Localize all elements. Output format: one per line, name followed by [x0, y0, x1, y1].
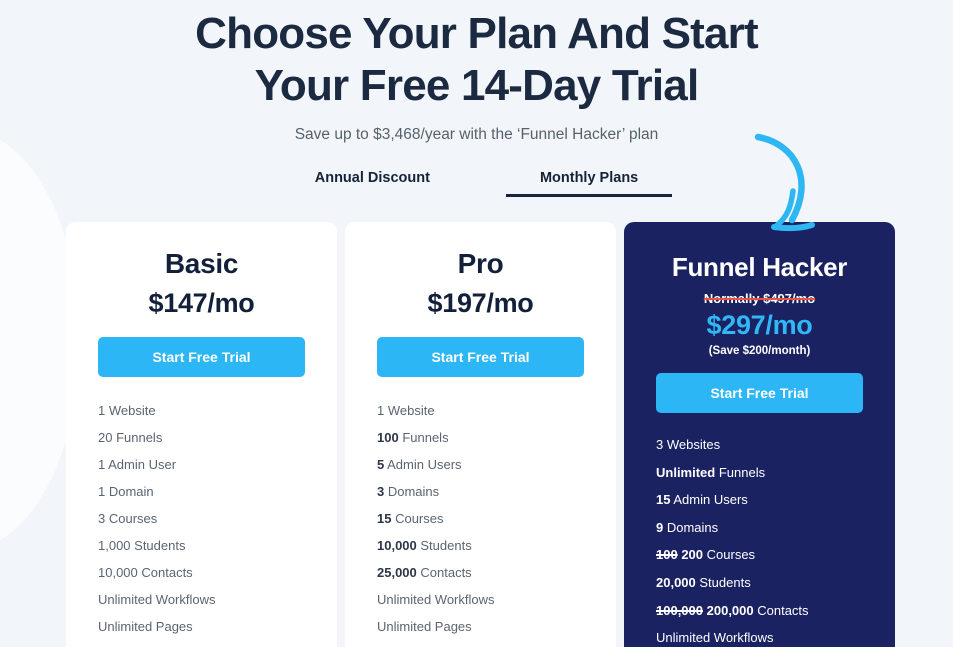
feature-value: 10,000 — [377, 538, 417, 553]
feature-item: 15 Courses — [377, 509, 584, 529]
feature-item: 1 Website — [98, 401, 305, 421]
feature-label: Domains — [384, 484, 440, 499]
feature-label: Courses — [391, 511, 444, 526]
feature-label: 1 Website — [98, 403, 156, 418]
start-free-trial-button[interactable]: Start Free Trial — [377, 337, 584, 377]
feature-item: Unlimited Workflows — [377, 590, 584, 610]
feature-label: Unlimited Pages — [98, 619, 193, 634]
feature-item: Unlimited Pages — [377, 617, 584, 637]
feature-value: 200 — [681, 547, 704, 563]
page-title-line-2: Your Free 14-Day Trial — [254, 61, 700, 110]
feature-label: Admin Users — [670, 492, 748, 508]
feature-label: 10,000 Contacts — [98, 565, 193, 580]
feature-value: Unlimited — [656, 464, 716, 480]
feature-item: 1 Domain — [98, 482, 305, 502]
plan-name: Funnel Hacker — [671, 252, 848, 282]
plan-feature-list: 1 Website 100 Funnels 5 Admin Users 3 Domai… — [377, 401, 584, 647]
feature-label: 1,000 Students — [98, 538, 186, 553]
page-subtitle: Save up to $3,468/year with the ‘Funnel … — [294, 126, 659, 143]
feature-value: 15 — [656, 492, 671, 508]
feature-item: 100 Funnels — [377, 428, 584, 448]
plan-price: $197/mo — [427, 288, 534, 318]
feature-label: Students — [416, 538, 472, 553]
feature-item: 25,000 Contacts — [377, 563, 584, 583]
feature-item: 1 Admin User — [98, 455, 305, 475]
plan-card-basic: Basic $147/mo Start Free Trial 1 Website 20 … — [66, 222, 337, 647]
feature-item: 3 Websites — [656, 435, 863, 455]
feature-item: 9 Domains — [656, 518, 863, 538]
feature-item: 1 Website — [377, 401, 584, 421]
feature-item: 20 Funnels — [98, 428, 305, 448]
feature-item: Unlimited Funnels — [656, 463, 863, 483]
feature-item: 100 200 Courses — [656, 545, 863, 565]
plan-original-price: Normally $497/mo — [703, 291, 816, 306]
feature-label: Unlimited Pages — [377, 619, 472, 634]
feature-label: Admin Users — [384, 457, 462, 472]
feature-old-value: 100,000 — [656, 602, 703, 618]
plan-name: Basic — [164, 248, 239, 279]
feature-value: 20,000 — [656, 574, 696, 590]
feature-item: 100,000 200,000 Contacts — [656, 601, 863, 621]
feature-label: Domains — [663, 519, 719, 535]
feature-label: 3 Courses — [98, 511, 158, 526]
start-free-trial-button[interactable]: Start Free Trial — [98, 337, 305, 377]
feature-label: Contacts — [753, 602, 809, 618]
plan-price: $147/mo — [148, 288, 255, 318]
feature-item: Unlimited Pages — [98, 617, 305, 637]
page-title-line-1: Choose Your Plan And Start — [195, 9, 758, 58]
feature-item: 20,000 Students — [656, 573, 863, 593]
feature-label: Funnels — [715, 464, 766, 480]
billing-period-tabs: Annual Discount Monthly Plans — [0, 166, 953, 197]
feature-label: 1 Domain — [98, 484, 154, 499]
feature-label: Funnels — [398, 430, 449, 445]
plan-savings-note: (Save $200/month) — [708, 345, 811, 357]
feature-label: Contacts — [416, 565, 472, 580]
feature-item: 10,000 Students — [377, 536, 584, 556]
plan-price: $297/mo — [706, 310, 813, 340]
feature-item: 3 Courses — [98, 509, 305, 529]
plan-feature-list: 1 Website 20 Funnels 1 Admin User 1 Domain 3… — [98, 401, 305, 647]
feature-value: 15 — [377, 511, 392, 526]
feature-label: Unlimited Workflows — [377, 592, 495, 607]
feature-label: Students — [695, 574, 751, 590]
feature-item: 10,000 Contacts — [98, 563, 305, 583]
feature-label: 20 Funnels — [98, 430, 163, 445]
plan-card-funnel-hacker: Funnel Hacker Normally $497/mo $297/mo (Sav… — [624, 222, 895, 647]
feature-value: 100 — [377, 430, 399, 445]
start-free-trial-button[interactable]: Start Free Trial — [656, 373, 863, 413]
feature-label: Unlimited Workflows — [656, 630, 774, 646]
plan-feature-list: 3 Websites Unlimited Funnels 15 Admin User… — [656, 435, 863, 647]
tab-monthly-plans[interactable]: Monthly Plans — [505, 166, 673, 197]
feature-label: 3 Websites — [656, 437, 721, 452]
plan-card-pro: Pro $197/mo Start Free Trial 1 Website 100 F… — [345, 222, 616, 647]
tab-annual-discount[interactable]: Annual Discount — [281, 166, 464, 197]
feature-label: 1 Website — [377, 403, 435, 418]
plan-name: Pro — [457, 248, 504, 279]
pricing-plans: Basic $147/mo Start Free Trial 1 Website 20 … — [66, 222, 895, 647]
feature-old-value: 100 — [656, 547, 678, 563]
feature-label: Courses — [703, 547, 756, 563]
feature-label: Unlimited Workflows — [98, 592, 216, 607]
feature-label: 1 Admin User — [98, 457, 177, 472]
feature-item: 1,000 Students — [98, 536, 305, 556]
feature-item: 5 Admin Users — [377, 455, 584, 475]
feature-item: Unlimited Workflows — [656, 628, 863, 647]
feature-value: 25,000 — [377, 565, 417, 580]
feature-item: 15 Admin Users — [656, 490, 863, 510]
feature-item: 3 Domains — [377, 482, 584, 502]
hero-section: Choose Your Plan And Start Your Free 14-… — [0, 0, 953, 144]
feature-value: 200,000 — [706, 602, 754, 618]
page-title: Choose Your Plan And Start Your Free 14-… — [0, 8, 953, 112]
feature-item: Unlimited Workflows — [98, 590, 305, 610]
